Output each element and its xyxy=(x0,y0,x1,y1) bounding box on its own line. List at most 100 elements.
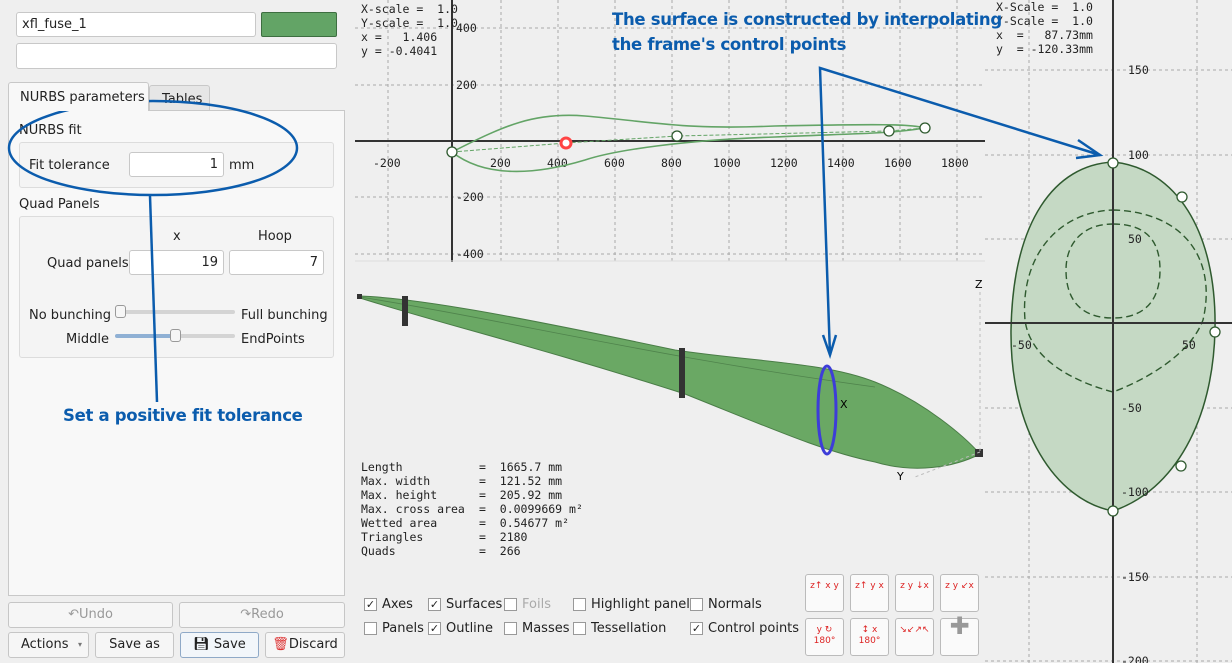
checkbox-label: Highlight panel xyxy=(591,597,690,612)
equals: = xyxy=(479,460,500,474)
checkbox-panels[interactable]: Panels xyxy=(364,621,424,636)
front-view-button[interactable]: z↑ x y xyxy=(805,574,844,612)
checkbox-box[interactable]: ✓ xyxy=(428,598,441,611)
stat-label: Max. width xyxy=(361,474,431,488)
checkbox-outline[interactable]: ✓ Outline xyxy=(428,621,493,636)
quad-panels-x-input[interactable]: 19 xyxy=(129,250,224,275)
x-readout: x = 87.73mm xyxy=(996,28,1093,42)
bunching-slider-handle[interactable] xyxy=(115,305,126,318)
x-tick: 50 xyxy=(1182,338,1196,352)
checkbox-box[interactable]: ✓ xyxy=(690,622,703,635)
save-as-button[interactable]: Save as xyxy=(95,632,174,658)
actions-dropdown[interactable]: Actions ▾ xyxy=(8,632,89,658)
rotate-x-180-icon: ↕ x 180° xyxy=(858,625,881,646)
stat-row: Max. height = 205.92 mm xyxy=(361,488,583,502)
checkbox-label: Control points xyxy=(708,621,800,636)
xscale-readout: X-Scale = 1.0 xyxy=(996,0,1093,14)
quad-panels-hoop-input[interactable]: 7 xyxy=(229,250,324,275)
save-label: Save xyxy=(213,637,246,652)
description-field[interactable] xyxy=(16,43,337,69)
stat-label: Max. height xyxy=(361,488,438,502)
checkbox-control-points[interactable]: ✓ Control points xyxy=(690,621,799,636)
bunching-slider[interactable] xyxy=(115,310,235,314)
checkbox-box[interactable] xyxy=(573,622,586,635)
tab-tables[interactable]: Tables xyxy=(149,85,210,110)
equals: = xyxy=(479,488,500,502)
y-tick: -400 xyxy=(456,247,484,261)
checkbox-label: Tessellation xyxy=(591,621,667,636)
quad-panels-title: Quad Panels xyxy=(19,197,100,212)
selected-frame-point[interactable] xyxy=(559,136,573,150)
stat-label: Max. cross area xyxy=(361,502,465,516)
equals: = xyxy=(479,544,500,558)
frame-view-readout: X-Scale = 1.0 Y-Scale = 1.0 x = 87.73mm y =… xyxy=(996,0,1093,56)
bunching-left-label: No bunching xyxy=(29,308,112,323)
trash-icon: 🗑︎ xyxy=(272,637,289,652)
front-view-icon: z↑ x y xyxy=(810,581,839,591)
checkbox-box[interactable]: ✓ xyxy=(428,622,441,635)
distribution-right-label: EndPoints xyxy=(241,332,305,347)
redo-icon: ↷ xyxy=(240,607,252,622)
distribution-slider-handle[interactable] xyxy=(170,329,181,342)
fit-cross-button[interactable]: ✚ xyxy=(940,614,979,656)
reset-view-icon: ↘↙↗↖ xyxy=(899,625,930,635)
color-swatch-button[interactable] xyxy=(261,12,337,37)
checkbox-masses[interactable]: Masses xyxy=(504,621,570,636)
stat-value: 0.54677 m² xyxy=(499,516,570,530)
discard-button[interactable]: 🗑︎Discard xyxy=(265,632,345,658)
redo-button[interactable]: ↷Redo xyxy=(179,602,345,628)
yscale-readout: Y-Scale = 1.0 xyxy=(996,14,1093,28)
side-view-readout: X-scale = 1.0 Y-scale = 1.0 x = 1.406 y = -… xyxy=(361,2,458,58)
reset-view-button[interactable]: ↘↙↗↖ xyxy=(895,618,934,656)
checkbox-box[interactable] xyxy=(364,622,377,635)
stat-row: Max. width = 121.52 mm xyxy=(361,474,583,488)
x-tick: 1600 xyxy=(884,156,912,170)
stat-label: Quads xyxy=(361,544,396,558)
discard-label: Discard xyxy=(288,637,338,652)
rotate-x-180-button[interactable]: ↕ x 180° xyxy=(850,618,889,656)
checkbox-label: Surfaces xyxy=(446,597,503,612)
bunching-right-label: Full bunching xyxy=(241,308,328,323)
checkbox-normals[interactable]: Normals xyxy=(690,597,762,612)
yscale-readout: Y-scale = 1.0 xyxy=(361,16,458,30)
stat-value: 266 xyxy=(499,544,521,558)
undo-button[interactable]: ↶Undo xyxy=(8,602,173,628)
z-axis-label: Z xyxy=(975,278,983,291)
fit-tolerance-unit: mm xyxy=(229,158,255,173)
checkbox-box[interactable] xyxy=(690,598,703,611)
tab-nurbs-parameters[interactable]: NURBS parameters xyxy=(8,82,149,111)
nurbs-fit-title: NURBS fit xyxy=(19,123,82,138)
checkbox-label: Outline xyxy=(446,621,494,636)
fit-tolerance-input[interactable]: 1 xyxy=(129,152,224,177)
y-tick: -100 xyxy=(1121,485,1149,499)
checkbox-axes[interactable]: ✓ Axes xyxy=(364,597,413,612)
undo-label: Undo xyxy=(78,607,113,622)
checkbox-foils[interactable]: Foils xyxy=(504,597,551,612)
checkbox-box[interactable] xyxy=(504,622,517,635)
checkbox-box[interactable]: ✓ xyxy=(364,598,377,611)
stat-value: 121.52 mm xyxy=(499,474,563,488)
checkbox-tessellation[interactable]: Tessellation xyxy=(573,621,666,636)
iso-view-icon: z y ↙x xyxy=(945,581,974,591)
top-view-button[interactable]: z y ↓x xyxy=(895,574,934,612)
x-tick: 600 xyxy=(604,156,625,170)
frame-view-canvas[interactable]: 150 100 50 -50 -100 -150 -200 -50 50 xyxy=(985,0,1232,663)
equals: = xyxy=(479,502,500,516)
chevron-down-icon: ▾ xyxy=(77,640,82,649)
floppy-icon: 💾︎ xyxy=(193,637,210,652)
stat-value: 205.92 mm xyxy=(499,488,563,502)
checkbox-highlight-panel[interactable]: Highlight panel xyxy=(573,597,690,612)
object-name-field[interactable]: xfl_fuse_1 xyxy=(16,12,256,37)
checkbox-surfaces[interactable]: ✓ Surfaces xyxy=(428,597,502,612)
side-view-button[interactable]: z↑ y x xyxy=(850,574,889,612)
fuselage-surface xyxy=(359,295,981,469)
y-readout: y = -120.33mm xyxy=(996,42,1093,56)
x-tick: -200 xyxy=(373,156,401,170)
iso-view-button[interactable]: z y ↙x xyxy=(940,574,979,612)
checkbox-box[interactable] xyxy=(504,598,517,611)
rotate-y-180-button[interactable]: y ↻ 180° xyxy=(805,618,844,656)
checkbox-box[interactable] xyxy=(573,598,586,611)
y-axis-label: Y xyxy=(896,470,904,483)
save-button[interactable]: 💾︎ Save xyxy=(180,632,259,658)
y-tick: 50 xyxy=(1128,232,1142,246)
